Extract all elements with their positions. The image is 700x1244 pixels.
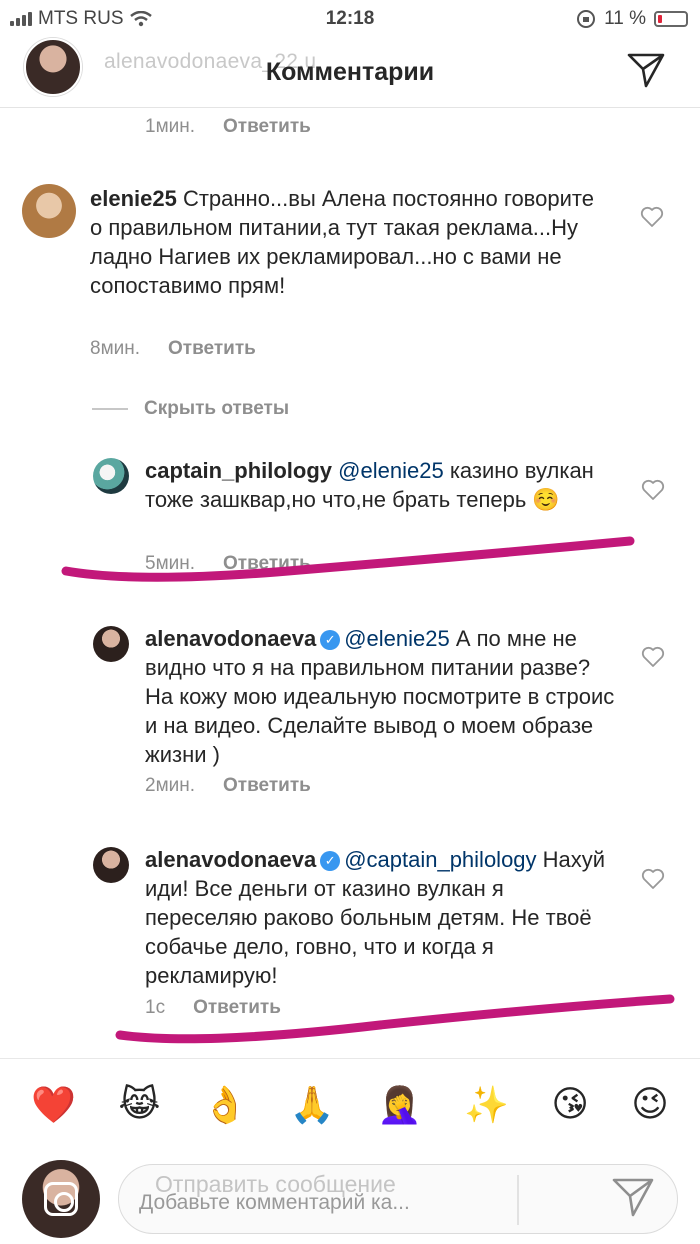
reply-meta: 1с Ответить <box>145 997 281 1019</box>
avatar[interactable] <box>93 626 129 662</box>
comment-username[interactable]: elenie25 <box>90 186 177 211</box>
comment-time: 1мин. <box>145 116 196 137</box>
status-bar: MTS RUS 12:18 11 % <box>0 0 700 36</box>
like-heart-icon[interactable] <box>641 646 665 668</box>
reply-meta: 2мин. Ответить <box>145 775 311 797</box>
like-heart-icon[interactable] <box>641 868 665 890</box>
reply-button[interactable]: Ответить <box>223 553 311 574</box>
mention-link[interactable]: @captain_philology <box>344 847 536 872</box>
avatar[interactable] <box>93 847 129 883</box>
hide-replies-toggle[interactable]: Скрыть ответы <box>92 398 289 420</box>
emoji-pray[interactable]: 🙏 <box>290 1084 335 1126</box>
reply-text: alenavodonaeva ✓ @elenie25 А по мне не вид… <box>145 624 615 769</box>
emoji-wink[interactable]: 😉 <box>631 1084 669 1125</box>
reply-username[interactable]: alenavodonaeva <box>145 626 316 651</box>
divider <box>517 1175 519 1225</box>
reply-text: captain_philology @elenie25 казино вулка… <box>145 456 595 514</box>
comment-placeholder: Добавьте комментарий ка... <box>139 1191 410 1214</box>
battery-percent: 11 % <box>604 8 646 29</box>
comment-meta: 8мин. Ответить <box>90 338 256 360</box>
emoji-sparkles[interactable]: ✨ <box>464 1084 509 1126</box>
emoji-cat-tears[interactable]: 😹 <box>118 1084 160 1125</box>
reply-time: 5мин. <box>145 553 196 574</box>
reply-button[interactable]: Ответить <box>223 116 311 137</box>
divider <box>92 408 128 410</box>
direct-send-icon[interactable] <box>626 50 666 90</box>
avatar[interactable] <box>93 458 129 494</box>
reply-button[interactable]: Ответить <box>168 338 256 359</box>
comment-composer: Отправить сообщение Добавьте комментарий… <box>0 1150 700 1244</box>
reply-text: alenavodonaeva ✓ @captain_philology Нахуй … <box>145 845 615 990</box>
emoji-heart[interactable]: ❤️ <box>31 1084 76 1126</box>
comment-time: 8мин. <box>90 338 141 359</box>
previous-comment-meta: 1мин. Ответить <box>145 116 311 138</box>
send-icon[interactable] <box>611 1175 655 1219</box>
reply-username[interactable]: captain_philology <box>145 458 332 483</box>
reply-meta: 5мин. Ответить <box>145 553 311 575</box>
like-heart-icon[interactable] <box>640 206 664 228</box>
camera-icon[interactable] <box>44 1182 78 1216</box>
reply-time: 2мин. <box>145 775 196 796</box>
reply-button[interactable]: Ответить <box>223 775 311 796</box>
comments-list[interactable]: 1мин. Ответить elenie25 Странно...вы Ален… <box>0 108 700 1058</box>
emoji-ok-hand[interactable]: 👌 <box>203 1084 248 1126</box>
battery-icon <box>654 11 688 27</box>
verified-badge-icon: ✓ <box>320 851 341 871</box>
emoji-facepalm[interactable]: 🤦‍♀️ <box>377 1084 422 1126</box>
comment-text: elenie25 Странно...вы Алена постоянно го… <box>90 184 600 300</box>
emoji-kiss[interactable]: 😘 <box>551 1084 589 1125</box>
page-title: Комментарии <box>265 58 435 86</box>
mention-link[interactable]: @elenie25 <box>344 626 450 651</box>
reply-username[interactable]: alenavodonaeva <box>145 847 316 872</box>
quick-emoji-bar: ❤️ 😹 👌 🙏 🤦‍♀️ ✨ 😘 😉 <box>0 1058 700 1150</box>
hide-replies-label: Скрыть ответы <box>144 398 290 419</box>
reply-time: 1с <box>145 997 166 1018</box>
comment-input[interactable]: Отправить сообщение Добавьте комментарий… <box>118 1164 678 1234</box>
avatar[interactable] <box>22 184 76 238</box>
comments-header: alenavodonaeva_22.u Комментарии <box>0 36 700 108</box>
rotation-lock-icon <box>577 10 596 28</box>
like-heart-icon[interactable] <box>641 479 665 501</box>
mention-link[interactable]: @elenie25 <box>338 458 444 483</box>
verified-badge-icon: ✓ <box>320 630 341 650</box>
reply-button[interactable]: Ответить <box>193 997 281 1018</box>
